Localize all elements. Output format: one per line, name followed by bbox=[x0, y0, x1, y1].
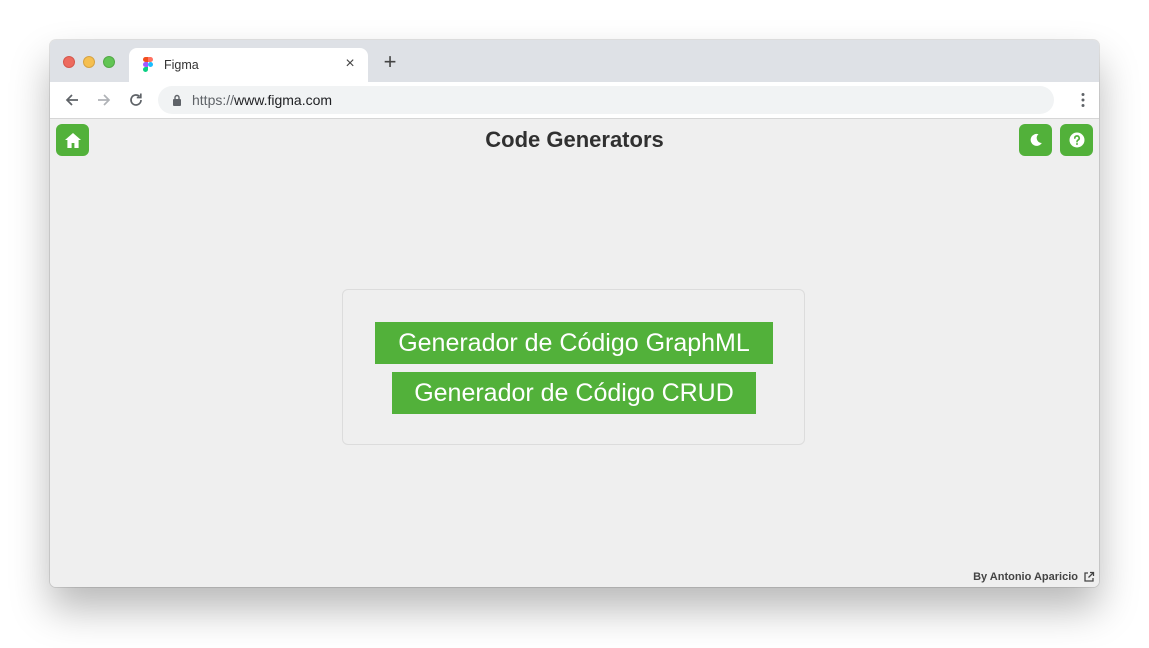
help-circle-icon bbox=[1069, 132, 1084, 148]
plus-icon[interactable]: + bbox=[381, 51, 399, 73]
page-title: Code Generators bbox=[485, 127, 664, 152]
theme-toggle-button[interactable] bbox=[1019, 124, 1052, 156]
close-icon[interactable]: × bbox=[342, 56, 358, 72]
help-button[interactable] bbox=[1060, 124, 1093, 156]
url-text: https://www.figma.com bbox=[192, 92, 332, 108]
url-scheme: https:// bbox=[192, 92, 235, 108]
reload-icon[interactable] bbox=[127, 91, 145, 109]
moon-icon bbox=[1030, 133, 1042, 146]
url-host: www.figma.com bbox=[234, 92, 333, 108]
tab-strip: Figma × + bbox=[50, 40, 1099, 82]
browser-tab[interactable]: Figma × bbox=[129, 48, 368, 82]
author-credit-link[interactable]: By Antonio Aparicio bbox=[973, 571, 1095, 583]
page-content: Code Generators Generador de Código Grap… bbox=[50, 119, 1099, 587]
author-credit: By Antonio Aparicio bbox=[973, 571, 1078, 583]
minimize-window-button[interactable] bbox=[83, 56, 95, 68]
tab-title: Figma bbox=[164, 58, 199, 72]
crud-generator-button[interactable]: Generador de Código CRUD bbox=[392, 372, 756, 414]
graphml-generator-button[interactable]: Generador de Código GraphML bbox=[375, 322, 773, 364]
close-window-button[interactable] bbox=[63, 56, 75, 68]
more-vertical-icon[interactable] bbox=[1081, 92, 1085, 108]
arrow-right-icon[interactable] bbox=[95, 91, 113, 109]
arrow-left-icon[interactable] bbox=[63, 91, 81, 109]
browser-toolbar: https://www.figma.com bbox=[50, 82, 1099, 119]
maximize-window-button[interactable] bbox=[103, 56, 115, 68]
external-link-icon bbox=[1084, 571, 1095, 582]
browser-window: Figma × + https://www.figma.com Code Gen… bbox=[50, 40, 1099, 587]
address-bar[interactable]: https://www.figma.com bbox=[158, 86, 1054, 114]
lock-icon bbox=[173, 94, 181, 106]
generator-card: Generador de Código GraphML Generador de… bbox=[342, 289, 805, 445]
figma-logo-icon bbox=[143, 57, 153, 72]
